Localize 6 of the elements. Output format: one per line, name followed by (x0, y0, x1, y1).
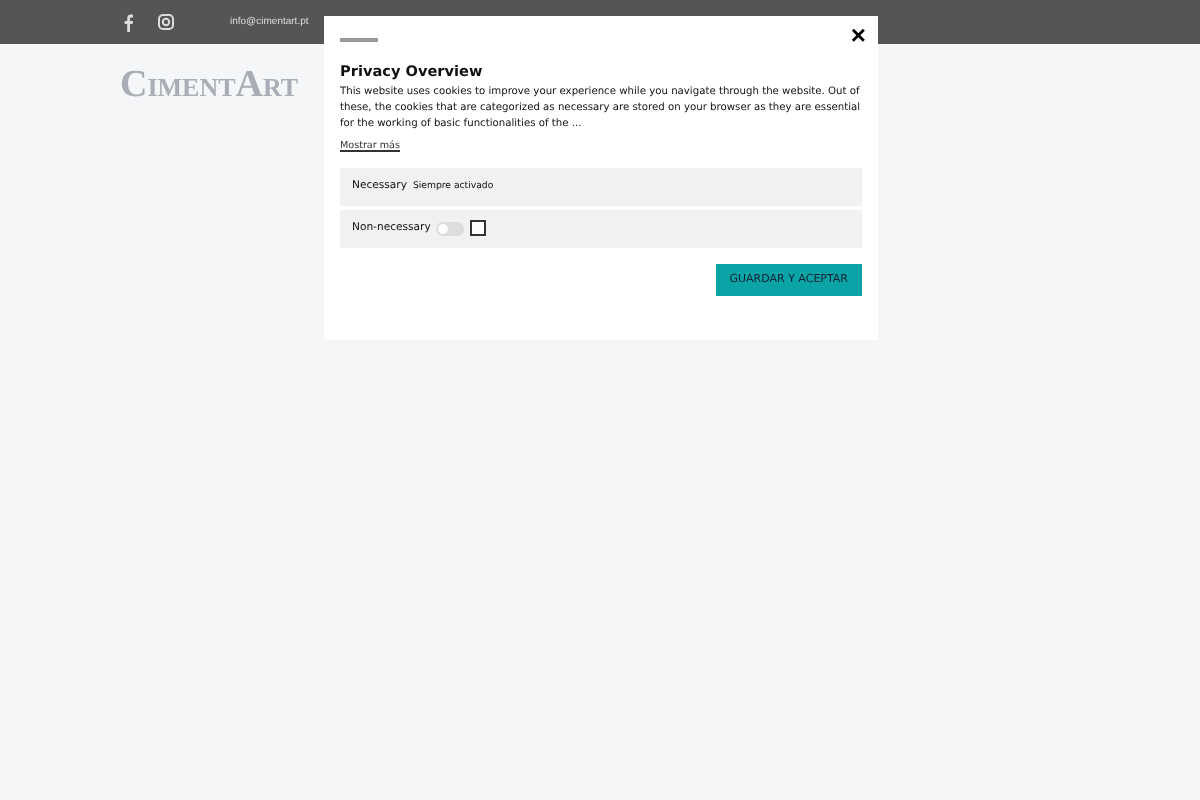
toggle-switch[interactable] (436, 221, 465, 236)
drag-handle (340, 38, 378, 42)
close-button[interactable]: × (850, 20, 866, 50)
instagram-icon[interactable] (158, 14, 174, 30)
facebook-icon[interactable] (124, 13, 134, 31)
checkbox[interactable] (470, 220, 487, 237)
